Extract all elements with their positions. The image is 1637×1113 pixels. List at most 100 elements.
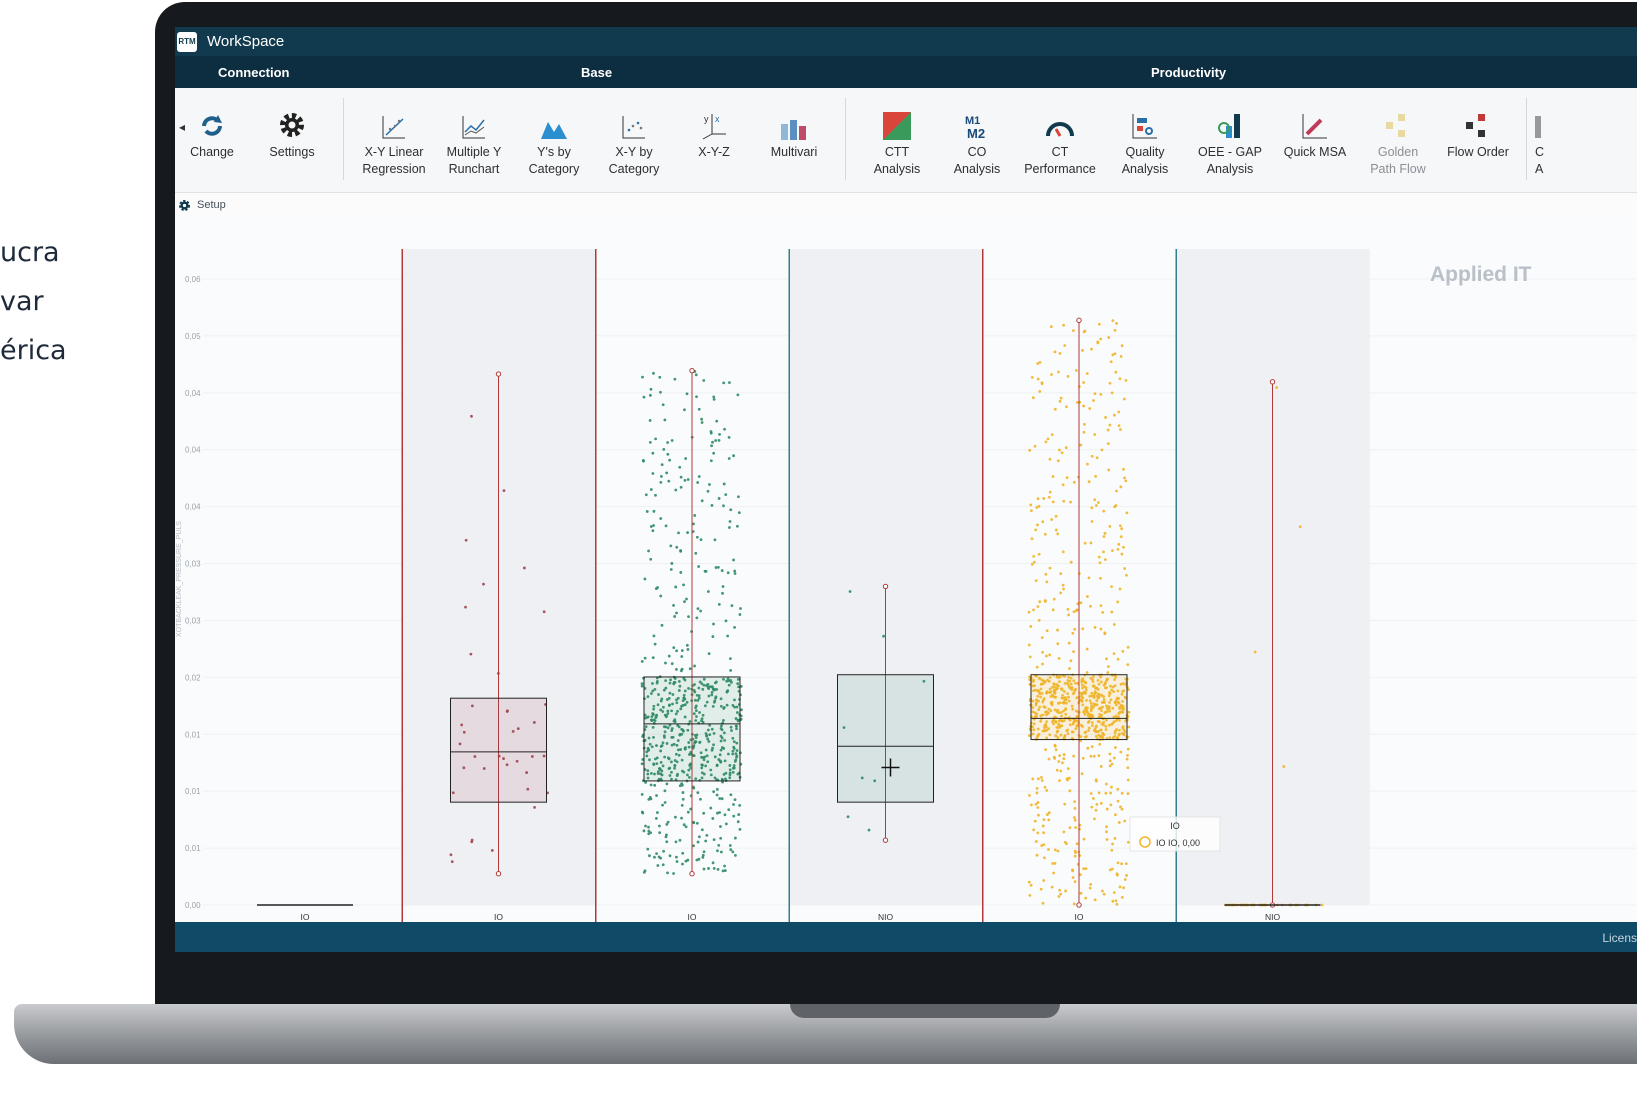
data-point xyxy=(720,797,724,801)
ct-performance-button[interactable]: CT Performance xyxy=(1018,110,1102,178)
data-point xyxy=(679,549,683,553)
data-point xyxy=(716,849,719,853)
data-point xyxy=(651,529,655,533)
label-line-1: Quality xyxy=(1125,145,1165,159)
data-point xyxy=(1056,370,1060,374)
data-point xyxy=(646,847,650,851)
data-point xyxy=(1036,806,1040,809)
data-point xyxy=(647,829,651,833)
m1-m2-icon: M1 M2 xyxy=(935,110,1019,140)
ctt-analysis-button[interactable]: CTT Analysis xyxy=(855,110,939,178)
xy-by-category-button[interactable]: X-Y by Category xyxy=(592,110,676,178)
quality-analysis-button[interactable]: Quality Analysis xyxy=(1103,110,1187,178)
data-point xyxy=(709,459,713,463)
data-point xyxy=(1126,766,1130,770)
data-point xyxy=(1105,825,1108,829)
data-point xyxy=(658,375,662,379)
data-point xyxy=(1062,499,1066,503)
data-point xyxy=(1102,892,1106,896)
data-point xyxy=(649,387,653,391)
data-point xyxy=(1103,558,1107,562)
settings-button[interactable]: Settings xyxy=(250,110,334,161)
data-point xyxy=(1113,813,1117,817)
data-point xyxy=(668,854,672,858)
data-point xyxy=(686,478,690,481)
quick-msa-button[interactable]: Quick MSA xyxy=(1273,110,1357,161)
data-point xyxy=(1063,802,1067,806)
data-point xyxy=(1123,819,1127,823)
refresh-icon xyxy=(175,110,254,140)
data-point xyxy=(692,786,696,790)
multivari-button[interactable]: Multivari xyxy=(752,110,836,161)
flow-order-button[interactable]: Flow Order xyxy=(1436,110,1520,161)
data-point xyxy=(649,488,653,491)
data-point xyxy=(1050,885,1054,889)
multivari-chart-icon xyxy=(752,110,836,140)
data-point xyxy=(685,392,689,396)
data-point xyxy=(1103,531,1107,535)
side-text-line-3: érica xyxy=(0,335,67,366)
multiple-y-runchart-button[interactable]: Multiple Y Runchart xyxy=(432,110,516,178)
data-point xyxy=(1117,542,1121,546)
data-point xyxy=(1061,761,1064,765)
co-analysis-button[interactable]: M1 M2 CO Analysis xyxy=(935,110,1019,178)
data-point xyxy=(542,610,546,614)
data-point xyxy=(665,840,669,844)
data-point xyxy=(710,444,714,448)
data-point xyxy=(1107,468,1111,472)
data-point xyxy=(1116,600,1120,604)
x-category-label: IO xyxy=(301,912,310,922)
data-point xyxy=(717,497,721,500)
data-point xyxy=(644,824,647,828)
data-point xyxy=(1073,800,1076,803)
data-point xyxy=(469,652,473,656)
data-point xyxy=(1122,397,1126,401)
side-text: ucra var érica xyxy=(0,228,67,375)
data-point xyxy=(737,511,741,515)
data-point xyxy=(1027,734,1031,738)
data-point xyxy=(1033,819,1037,823)
box-iqr xyxy=(837,674,934,803)
data-point xyxy=(717,844,721,847)
data-point xyxy=(1120,791,1124,795)
oee-gap-analysis-button[interactable]: OEE - GAP Analysis xyxy=(1188,110,1272,178)
data-point xyxy=(1094,778,1098,782)
label-line-1: CTT xyxy=(884,145,910,159)
change-button[interactable]: Change xyxy=(175,110,254,161)
x-category-label: IO xyxy=(494,912,503,922)
golden-path-flow-button[interactable]: Golden Path Flow xyxy=(1356,110,1440,178)
data-point xyxy=(1103,632,1107,636)
cut-off-button[interactable]: C A xyxy=(1535,110,1619,178)
data-point xyxy=(675,611,678,615)
xy-linear-regression-button[interactable]: X-Y Linear Regression xyxy=(352,110,436,178)
box-plot-4 xyxy=(1027,317,1131,908)
label-line-1: CT xyxy=(1051,145,1069,159)
data-point xyxy=(700,499,704,503)
data-point xyxy=(1036,523,1039,527)
data-point xyxy=(1120,552,1124,556)
gear-icon xyxy=(250,110,334,140)
label-line-2: Category xyxy=(608,162,660,176)
data-point xyxy=(1050,373,1053,376)
chart-area[interactable]: 0,00 0,01 0,01 0,01 0,02 0,03 0,03 0,04 0,04 0,04… xyxy=(175,217,1637,943)
data-point xyxy=(1121,649,1125,653)
data-point xyxy=(1050,518,1054,521)
data-point xyxy=(1126,792,1130,795)
whisker-max-point xyxy=(495,371,502,377)
data-point xyxy=(1092,399,1095,402)
data-point xyxy=(1122,467,1125,471)
ys-by-category-button[interactable]: Y's by Category xyxy=(512,110,596,178)
data-point xyxy=(1119,750,1123,754)
data-point xyxy=(680,667,684,671)
data-point xyxy=(642,829,646,833)
data-point xyxy=(1109,803,1113,807)
setup-bar[interactable]: Setup xyxy=(175,193,1637,218)
data-point xyxy=(1115,872,1119,876)
xyz-button[interactable]: xy X-Y-Z xyxy=(672,110,756,161)
oee-chart-icon xyxy=(1188,110,1272,140)
data-point xyxy=(1108,423,1112,427)
data-point xyxy=(1118,377,1122,381)
data-point xyxy=(649,557,653,561)
data-point xyxy=(702,867,706,871)
data-point xyxy=(1064,446,1068,449)
